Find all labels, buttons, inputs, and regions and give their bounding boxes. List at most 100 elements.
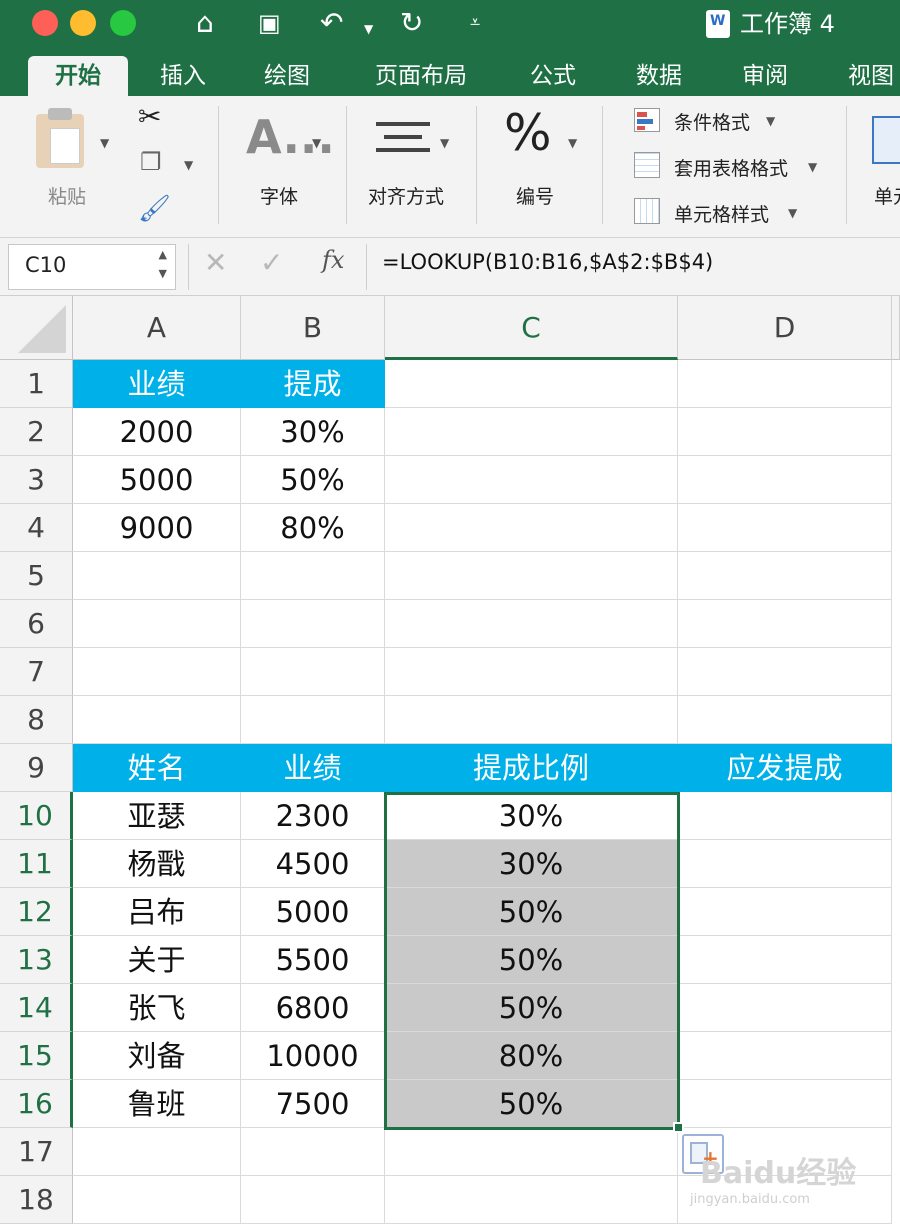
paste-button-label[interactable]: 粘贴: [48, 182, 86, 209]
cell-a10[interactable]: 亚瑟: [73, 792, 241, 840]
cell-b3[interactable]: 50%: [241, 456, 385, 504]
cell-a11[interactable]: 杨戬: [73, 840, 241, 888]
row-header-4[interactable]: 4: [0, 504, 73, 552]
cell-c8[interactable]: [385, 696, 678, 744]
cell-a12[interactable]: 吕布: [73, 888, 241, 936]
cell-c17[interactable]: [385, 1128, 678, 1176]
cell-b13[interactable]: 5500: [241, 936, 385, 984]
cancel-icon[interactable]: ✕: [204, 246, 227, 279]
cell-d13[interactable]: [678, 936, 892, 984]
row-header-17[interactable]: 17: [0, 1128, 73, 1176]
home-icon[interactable]: ⌂: [196, 6, 214, 40]
row-header-14[interactable]: 14: [0, 984, 73, 1032]
fill-handle[interactable]: [673, 1122, 684, 1133]
close-window-button[interactable]: [32, 10, 58, 36]
row-header-9[interactable]: 9: [0, 744, 73, 792]
cell-b8[interactable]: [241, 696, 385, 744]
row-header-1[interactable]: 1: [0, 360, 73, 408]
cell-d7[interactable]: [678, 648, 892, 696]
row-header-16[interactable]: 16: [0, 1080, 73, 1128]
cell-d2[interactable]: [678, 408, 892, 456]
cells-icon[interactable]: [872, 116, 900, 164]
row-header-11[interactable]: 11: [0, 840, 73, 888]
name-box-up-icon[interactable]: ▲: [159, 248, 167, 261]
percent-icon[interactable]: %: [504, 104, 552, 162]
cell-a6[interactable]: [73, 600, 241, 648]
cell-b17[interactable]: [241, 1128, 385, 1176]
row-header-5[interactable]: 5: [0, 552, 73, 600]
paste-icon[interactable]: [36, 108, 84, 168]
cut-icon[interactable]: ✂: [138, 100, 161, 133]
customize-toolbar-icon[interactable]: ⩡: [470, 6, 480, 40]
cell-b7[interactable]: [241, 648, 385, 696]
row-header-7[interactable]: 7: [0, 648, 73, 696]
cell-a18[interactable]: [73, 1176, 241, 1224]
cell-d15[interactable]: [678, 1032, 892, 1080]
column-header-c[interactable]: C: [385, 296, 678, 360]
cell-a5[interactable]: [73, 552, 241, 600]
cell-d6[interactable]: [678, 600, 892, 648]
format-as-table-label[interactable]: 套用表格格式: [674, 154, 788, 181]
cell-d14[interactable]: [678, 984, 892, 1032]
column-header-a[interactable]: A: [73, 296, 241, 360]
cell-d3[interactable]: [678, 456, 892, 504]
row-header-15[interactable]: 15: [0, 1032, 73, 1080]
undo-icon[interactable]: ↶: [320, 6, 343, 40]
formula-input[interactable]: =LOOKUP(B10:B16,$A$2:$B$4): [382, 250, 713, 274]
tab-review[interactable]: 审阅: [730, 56, 800, 96]
font-dropdown-icon[interactable]: ▼: [312, 136, 321, 150]
row-header-6[interactable]: 6: [0, 600, 73, 648]
cell-d12[interactable]: [678, 888, 892, 936]
format-as-table-icon[interactable]: [634, 152, 660, 178]
cell-c11[interactable]: 30%: [385, 840, 678, 888]
cell-b15[interactable]: 10000: [241, 1032, 385, 1080]
tab-view[interactable]: 视图: [836, 56, 900, 96]
number-button-label[interactable]: 编号: [516, 182, 554, 209]
cell-b1[interactable]: 提成: [241, 360, 385, 408]
format-painter-icon[interactable]: 🖌: [138, 194, 171, 224]
cell-d1[interactable]: [678, 360, 892, 408]
cell-a9[interactable]: 姓名: [73, 744, 241, 792]
row-header-2[interactable]: 2: [0, 408, 73, 456]
cell-a17[interactable]: [73, 1128, 241, 1176]
cell-b12[interactable]: 5000: [241, 888, 385, 936]
cell-c16[interactable]: 50%: [385, 1080, 678, 1128]
cell-b16[interactable]: 7500: [241, 1080, 385, 1128]
cell-c14[interactable]: 50%: [385, 984, 678, 1032]
tab-formulas[interactable]: 公式: [518, 56, 588, 96]
font-icon[interactable]: A...: [246, 110, 335, 164]
cell-b6[interactable]: [241, 600, 385, 648]
number-dropdown-icon[interactable]: ▼: [568, 136, 577, 150]
cells-button-label[interactable]: 单元: [874, 182, 900, 209]
cell-a2[interactable]: 2000: [73, 408, 241, 456]
alignment-icon[interactable]: [376, 122, 430, 162]
confirm-icon[interactable]: ✓: [260, 246, 283, 279]
tab-data[interactable]: 数据: [624, 56, 694, 96]
font-button-label[interactable]: 字体: [260, 182, 298, 209]
cell-c3[interactable]: [385, 456, 678, 504]
cell-a16[interactable]: 鲁班: [73, 1080, 241, 1128]
cell-c6[interactable]: [385, 600, 678, 648]
cell-c12[interactable]: 50%: [385, 888, 678, 936]
cell-c7[interactable]: [385, 648, 678, 696]
cell-d4[interactable]: [678, 504, 892, 552]
cell-c15[interactable]: 80%: [385, 1032, 678, 1080]
cell-a3[interactable]: 5000: [73, 456, 241, 504]
cell-b2[interactable]: 30%: [241, 408, 385, 456]
copy-icon[interactable]: ❐: [140, 148, 162, 176]
cell-d16[interactable]: [678, 1080, 892, 1128]
tab-page-layout[interactable]: 页面布局: [366, 56, 476, 96]
cell-d5[interactable]: [678, 552, 892, 600]
cell-a4[interactable]: 9000: [73, 504, 241, 552]
cell-a8[interactable]: [73, 696, 241, 744]
name-box[interactable]: C10 ▲ ▼: [8, 244, 176, 290]
undo-dropdown-icon[interactable]: ▼: [364, 12, 373, 46]
column-header-e[interactable]: [892, 296, 900, 360]
column-header-d[interactable]: D: [678, 296, 892, 360]
cell-b11[interactable]: 4500: [241, 840, 385, 888]
cell-a7[interactable]: [73, 648, 241, 696]
column-header-b[interactable]: B: [241, 296, 385, 360]
save-icon[interactable]: ▣: [258, 6, 281, 40]
row-header-10[interactable]: 10: [0, 792, 73, 840]
cell-b14[interactable]: 6800: [241, 984, 385, 1032]
